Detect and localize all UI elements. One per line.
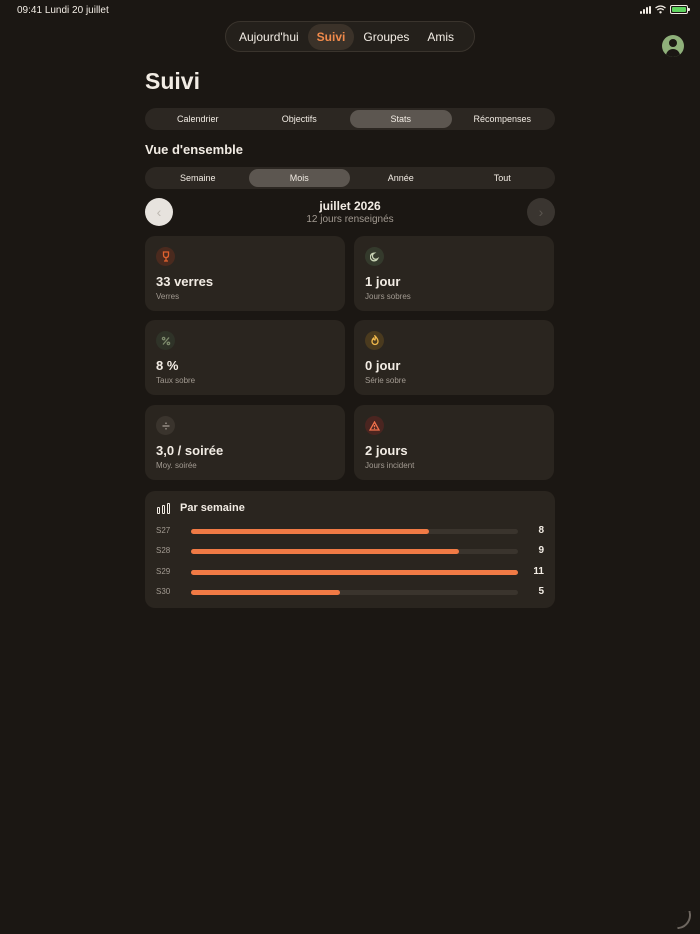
stat-value: 0 jour [365,358,401,373]
status-time: 09:41 Lundi 20 juillet [17,5,109,16]
period-tab-semaine[interactable]: Semaine [147,169,249,187]
stat-label: Moy. soirée [156,461,197,470]
view-tab-calendrier[interactable]: Calendrier [147,110,249,128]
weekly-title: Par semaine [180,502,245,514]
week-bar-track [191,529,518,534]
view-tab-stats[interactable]: Stats [350,110,452,128]
stat-card-moy-soiree: 3,0 / soirée Moy. soirée [145,405,345,480]
week-bar-fill [191,590,340,595]
stat-value: 1 jour [365,274,401,289]
week-row: S27 8 [145,525,555,537]
view-tab-recompenses[interactable]: Récompenses [452,110,554,128]
moon-icon [365,247,384,266]
stat-card-jours-sobres: 1 jour Jours sobres [354,236,554,311]
stat-label: Jours incident [365,461,415,470]
tab-amis[interactable]: Amis [418,24,463,50]
flame-icon [365,331,384,350]
period-tab-tout[interactable]: Tout [452,169,554,187]
signal-icon [640,5,651,14]
week-label: S28 [156,546,171,555]
month-title: juillet 2026 [319,199,381,213]
week-label: S29 [156,567,171,576]
section-title: Vue d'ensemble [145,142,243,157]
page-title: Suivi [145,68,200,94]
week-bar-fill [191,549,459,554]
weekly-panel: Par semaine S27 8 S28 9 S29 11 S30 5 [145,491,555,608]
week-bar-fill [191,529,429,534]
wifi-icon [655,5,666,14]
previous-month-button[interactable]: ‹ [145,198,173,226]
week-count: 9 [538,545,544,556]
profile-avatar-icon[interactable] [662,35,684,57]
week-bar-track [191,570,518,575]
warning-icon [365,416,384,435]
view-segmented-control: Calendrier Objectifs Stats Récompenses [145,108,555,130]
stat-label: Série sobre [365,376,406,385]
week-row: S30 5 [145,586,555,598]
chevron-right-icon: › [538,204,544,220]
stat-card-jours-incident: 2 jours Jours incident [354,405,554,480]
week-row: S29 11 [145,566,555,578]
battery-icon [670,5,690,14]
bar-chart-icon [157,503,170,514]
period-tab-mois[interactable]: Mois [248,169,350,187]
next-month-button[interactable]: › [527,198,555,226]
week-count: 5 [538,586,544,597]
stat-value: 33 verres [156,274,214,289]
week-label: S27 [156,526,171,535]
wine-glass-icon [156,247,175,266]
percent-icon [156,331,175,350]
stat-card-verres: 33 verres Verres [145,236,345,311]
stat-label: Verres [156,292,180,301]
week-count: 11 [533,566,544,577]
month-subtitle: 12 jours renseignés [306,214,394,225]
status-icons [640,5,690,14]
tab-aujourdhui[interactable]: Aujourd'hui [230,24,308,50]
week-row: S28 9 [145,545,555,557]
stat-card-serie-sobre: 0 jour Série sobre [354,320,554,395]
tab-suivi[interactable]: Suivi [307,23,355,50]
stat-label: Jours sobres [365,292,411,301]
period-tab-annee[interactable]: Année [350,169,452,187]
stat-card-taux-sobre: 8 % Taux sobre [145,320,345,395]
stat-value: 8 % [156,358,179,373]
top-nav-tabs: Aujourd'hui Suivi Groupes Amis [225,21,475,52]
chevron-left-icon: ‹ [156,204,162,220]
week-bar-fill [191,570,518,575]
week-label: S30 [156,587,171,596]
status-bar: 09:41 Lundi 20 juillet [0,0,700,22]
week-bar-track [191,590,518,595]
divide-icon [156,416,175,435]
stat-value: 3,0 / soirée [156,443,224,458]
view-tab-objectifs[interactable]: Objectifs [249,110,351,128]
stat-label: Taux sobre [156,376,196,385]
period-segmented-control: Semaine Mois Année Tout [145,167,555,189]
week-count: 8 [538,525,544,536]
resize-handle-icon [674,910,694,930]
tab-groupes[interactable]: Groupes [354,24,418,50]
week-bar-track [191,549,518,554]
stat-value: 2 jours [365,443,408,458]
